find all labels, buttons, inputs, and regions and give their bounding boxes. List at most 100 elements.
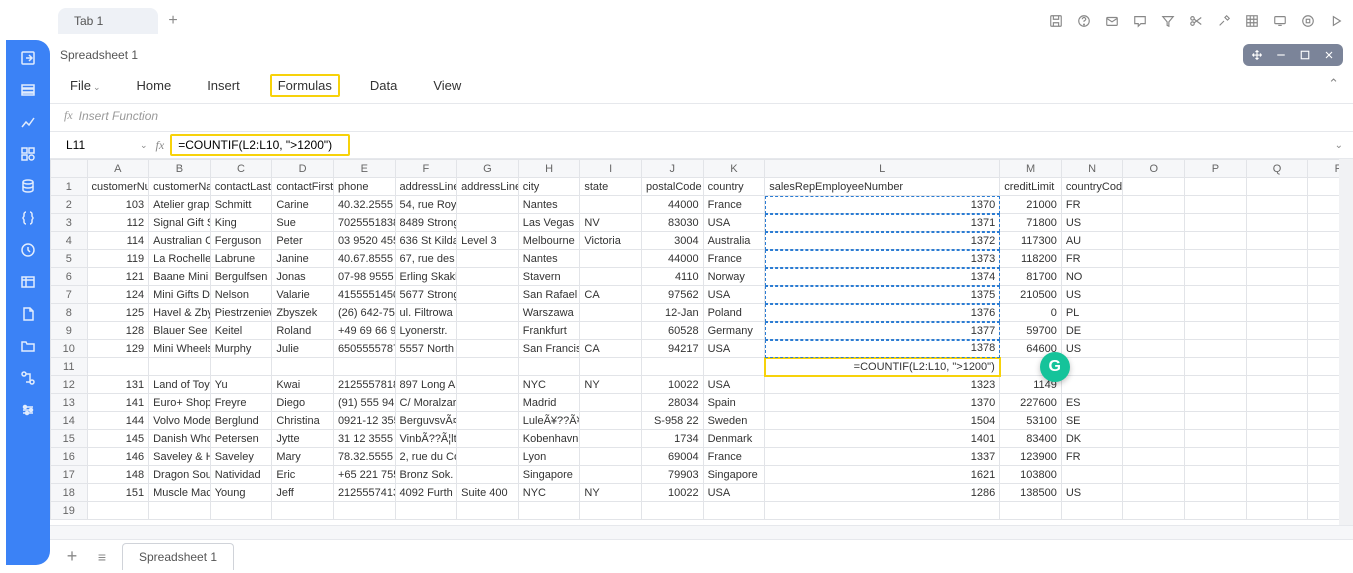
- cell[interactable]: [1185, 196, 1247, 214]
- cell[interactable]: [518, 502, 580, 520]
- cell[interactable]: [580, 394, 642, 412]
- cell[interactable]: [1185, 322, 1247, 340]
- cell[interactable]: 3004: [641, 232, 703, 250]
- cell[interactable]: FR: [1061, 196, 1123, 214]
- cell[interactable]: Frankfurt: [518, 322, 580, 340]
- cell[interactable]: 129: [87, 340, 149, 358]
- cell[interactable]: [457, 502, 519, 520]
- cell[interactable]: [1000, 502, 1062, 520]
- cell[interactable]: 44000: [641, 196, 703, 214]
- cell[interactable]: S-958 22: [641, 412, 703, 430]
- row-header[interactable]: 17: [51, 466, 88, 484]
- cell[interactable]: 146: [87, 448, 149, 466]
- cell[interactable]: Ferguson: [210, 232, 272, 250]
- cell[interactable]: [1123, 448, 1185, 466]
- col-header-L[interactable]: L: [765, 160, 1000, 178]
- cell[interactable]: Zbyszek: [272, 304, 334, 322]
- cell[interactable]: 125: [87, 304, 149, 322]
- cell[interactable]: Kobenhavn: [518, 430, 580, 448]
- cell[interactable]: [272, 502, 334, 520]
- cell[interactable]: [457, 286, 519, 304]
- cell[interactable]: =COUNTIF(L2:L10, ">1200"): [765, 358, 1000, 376]
- cell[interactable]: 67, rue des: [395, 250, 457, 268]
- cell[interactable]: Warszawa: [518, 304, 580, 322]
- cell[interactable]: [580, 358, 642, 376]
- cell[interactable]: Suite 400: [457, 484, 519, 502]
- cell[interactable]: [1185, 358, 1247, 376]
- cell[interactable]: [1123, 484, 1185, 502]
- cell[interactable]: [1123, 340, 1185, 358]
- cell[interactable]: [1185, 232, 1247, 250]
- cell[interactable]: CA: [580, 286, 642, 304]
- cell[interactable]: 1734: [641, 430, 703, 448]
- cell[interactable]: 123900: [1000, 448, 1062, 466]
- cell[interactable]: [1123, 196, 1185, 214]
- cell[interactable]: [703, 358, 765, 376]
- cell[interactable]: [580, 196, 642, 214]
- cell[interactable]: 1370: [765, 394, 1000, 412]
- row-header[interactable]: 10: [51, 340, 88, 358]
- cell[interactable]: Sweden: [703, 412, 765, 430]
- cell[interactable]: [1123, 466, 1185, 484]
- cell[interactable]: [1246, 448, 1308, 466]
- cell[interactable]: [1185, 304, 1247, 322]
- cell[interactable]: NV: [580, 214, 642, 232]
- cell[interactable]: Christina: [272, 412, 334, 430]
- cell[interactable]: US: [1061, 484, 1123, 502]
- cell[interactable]: Mary: [272, 448, 334, 466]
- insert-function-row[interactable]: fx Insert Function: [50, 104, 1353, 131]
- stop-icon[interactable]: [1299, 12, 1317, 30]
- row-header[interactable]: 12: [51, 376, 88, 394]
- cell[interactable]: customerNumber: [87, 178, 149, 196]
- grid-icon[interactable]: [1243, 12, 1261, 30]
- comment-icon[interactable]: [1131, 12, 1149, 30]
- cell[interactable]: [457, 322, 519, 340]
- cell[interactable]: 2125557818: [333, 376, 395, 394]
- cell[interactable]: [457, 394, 519, 412]
- cell[interactable]: [457, 412, 519, 430]
- cell[interactable]: 1337: [765, 448, 1000, 466]
- cell[interactable]: addressLine2: [457, 178, 519, 196]
- cell[interactable]: 94217: [641, 340, 703, 358]
- cell[interactable]: 21000: [1000, 196, 1062, 214]
- cell[interactable]: state: [580, 178, 642, 196]
- cell[interactable]: [333, 502, 395, 520]
- cell[interactable]: [1246, 178, 1308, 196]
- cell[interactable]: [395, 502, 457, 520]
- menu-file[interactable]: File⌄: [64, 74, 107, 97]
- cell[interactable]: FR: [1061, 250, 1123, 268]
- cell[interactable]: [1185, 268, 1247, 286]
- cell[interactable]: (91) 555 94 44: [333, 394, 395, 412]
- cell[interactable]: [1061, 376, 1123, 394]
- cell[interactable]: [457, 214, 519, 232]
- cell[interactable]: LuleÃ¥??Ã¥: [518, 412, 580, 430]
- cell[interactable]: CA: [580, 340, 642, 358]
- cell[interactable]: [395, 358, 457, 376]
- cell[interactable]: Melbourne: [518, 232, 580, 250]
- cell[interactable]: 1375: [765, 286, 1000, 304]
- cell[interactable]: [1246, 340, 1308, 358]
- cell[interactable]: C/ Moralzarzal: [395, 394, 457, 412]
- cell[interactable]: 0921-12 3555: [333, 412, 395, 430]
- col-header-C[interactable]: C: [210, 160, 272, 178]
- cell[interactable]: Lyonerstr.: [395, 322, 457, 340]
- row-header[interactable]: 18: [51, 484, 88, 502]
- cell[interactable]: Madrid: [518, 394, 580, 412]
- cell[interactable]: [1246, 484, 1308, 502]
- cell[interactable]: 40.67.8555: [333, 250, 395, 268]
- database-icon[interactable]: [18, 176, 38, 196]
- cell[interactable]: NYC: [518, 376, 580, 394]
- cell[interactable]: 4092 Furth Circle: [395, 484, 457, 502]
- cell[interactable]: France: [703, 250, 765, 268]
- cell[interactable]: [1123, 430, 1185, 448]
- cell[interactable]: [641, 502, 703, 520]
- cell[interactable]: creditLimit: [1000, 178, 1062, 196]
- cell[interactable]: [580, 430, 642, 448]
- cell[interactable]: SE: [1061, 412, 1123, 430]
- cell[interactable]: France: [703, 196, 765, 214]
- cell[interactable]: [1123, 502, 1185, 520]
- layers-icon[interactable]: [18, 80, 38, 100]
- cell[interactable]: 07-98 9555: [333, 268, 395, 286]
- tab-1[interactable]: Tab 1: [58, 8, 158, 34]
- col-header-D[interactable]: D: [272, 160, 334, 178]
